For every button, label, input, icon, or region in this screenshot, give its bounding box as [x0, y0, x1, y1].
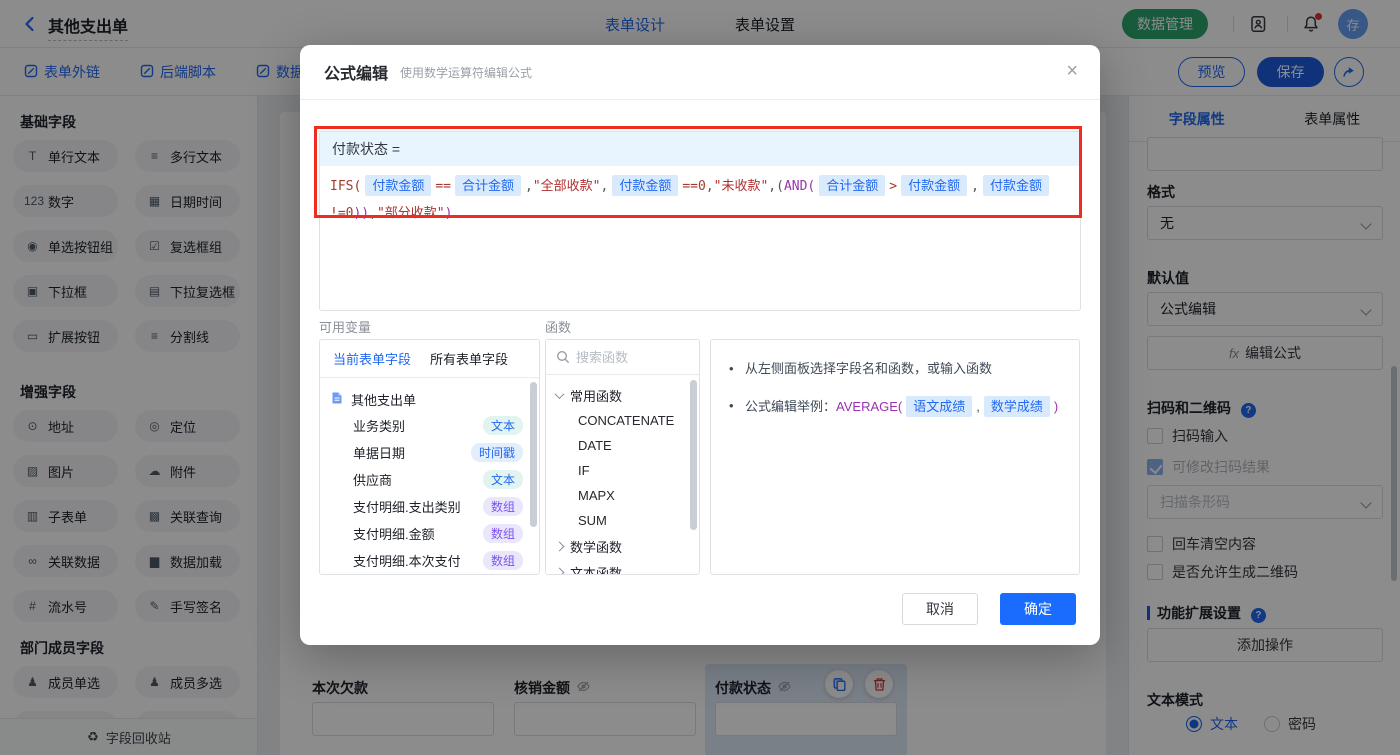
search-icon: [556, 350, 570, 364]
formula-field-token[interactable]: 付款金额: [901, 175, 968, 196]
function-IF[interactable]: IF: [556, 458, 699, 483]
cancel-button[interactable]: 取消: [902, 593, 978, 625]
functions-section-label: 函数: [545, 320, 572, 335]
close-icon[interactable]: ×: [1066, 61, 1078, 81]
variables-root-label: 其他支出单: [351, 392, 417, 408]
formula-token: ,: [705, 179, 714, 194]
formula-field-token[interactable]: 合计金额: [819, 175, 886, 196]
formula-token: "未收款": [713, 179, 769, 194]
modal-title: 公式编辑: [324, 66, 389, 83]
formula-token: )): [353, 206, 370, 221]
function-group-数学函数[interactable]: 数学函数: [554, 533, 699, 559]
formula-token: ==0: [682, 179, 706, 194]
formula-token: "部分收款": [376, 206, 445, 221]
variable-name: 单据日期: [353, 446, 406, 461]
formula-expression[interactable]: IFS(付款金额 == 合计金额 ,"全部收款", 付款金额 ==0,"未收款",(AND…: [320, 166, 1080, 234]
bullet-icon: •: [729, 398, 734, 413]
modal-footer: 取消 确定: [902, 593, 1076, 625]
help-tip-1: • 从左侧面板选择字段名和函数，或输入函数: [729, 359, 1061, 379]
modal-subtitle: 使用数学运算符编辑公式: [400, 65, 533, 80]
tip2-separator: ,: [976, 399, 980, 414]
variable-name: 供应商: [353, 473, 393, 488]
variable-name: 支付明细.金额: [353, 527, 435, 542]
form-designer-page: 其他支出单 表单设计 表单设置 数据管理 存 表单外链 后端脚本 数据权 预览 保存 …: [0, 0, 1400, 755]
function-search: [546, 340, 699, 375]
help-tip-2: • 公式编辑举例：AVERAGE(语文成绩, 数学成绩): [729, 396, 1061, 417]
formula-field-token[interactable]: 合计金额: [454, 175, 521, 196]
formula-token: ==: [435, 179, 451, 194]
formula-field-token[interactable]: 付款金额: [365, 175, 432, 196]
formula-token: ,: [971, 179, 979, 194]
formula-field-token[interactable]: 付款金额: [612, 175, 679, 196]
formula-field-token[interactable]: 付款金额: [982, 175, 1049, 196]
variable-name: 业务类别: [353, 419, 406, 434]
functions-panel: 常用函数 CONCATENATEDATEIFMAPXSUM 数学函数文本函数: [545, 339, 700, 575]
tip2-prefix: 公式编辑举例：: [745, 399, 837, 414]
caret-right-icon: [554, 567, 565, 574]
formula-token: ,(: [768, 179, 784, 194]
function-MAPX[interactable]: MAPX: [556, 483, 699, 508]
function-group-label: 文本函数: [570, 565, 623, 575]
formula-token: "全部收款": [532, 179, 601, 194]
variable-业务类别[interactable]: 业务类别 文本: [330, 412, 535, 439]
tip2-close: ): [1053, 399, 1059, 414]
formula-editor-modal: 公式编辑 使用数学运算符编辑公式 × 付款状态 = IFS(付款金额 == 合计金额…: [300, 45, 1100, 645]
function-SUM[interactable]: SUM: [556, 508, 699, 533]
variable-支付明细.支出类别[interactable]: 支付明细.支出类别 数组: [330, 493, 535, 520]
function-group-文本函数[interactable]: 文本函数: [554, 559, 699, 575]
formula-token: >: [889, 179, 898, 194]
formula-token: AND(: [783, 179, 816, 194]
tip2-function: AVERAGE(: [836, 399, 903, 414]
variable-支付明细.金额[interactable]: 支付明细.金额 数组: [330, 520, 535, 547]
formula-token: ,: [525, 179, 533, 194]
variable-支付明细.本次支付[interactable]: 支付明细.本次支付 数组: [330, 547, 535, 574]
type-badge: 数组: [482, 497, 523, 516]
formula-target: 付款状态 =: [320, 132, 1080, 166]
variables-section-label: 可用变量: [319, 320, 372, 335]
type-badge: 数组: [482, 524, 523, 543]
variable-单据日期[interactable]: 单据日期 时间戳: [330, 439, 535, 466]
variable-供应商[interactable]: 供应商 文本: [330, 466, 535, 493]
modal-header: 公式编辑 使用数学运算符编辑公式 ×: [300, 45, 1100, 100]
formula-editor[interactable]: 付款状态 = IFS(付款金额 == 合计金额 ,"全部收款", 付款金额 ==0,"未收…: [319, 131, 1081, 311]
function-DATE[interactable]: DATE: [556, 433, 699, 458]
document-icon: [330, 391, 344, 408]
caret-right-icon: [554, 541, 565, 551]
bullet-icon: •: [729, 361, 734, 376]
tip2-field-token: 语文成绩: [906, 396, 973, 417]
formula-help-panel: • 从左侧面板选择字段名和函数，或输入函数 • 公式编辑举例：AVERAGE(语…: [710, 339, 1080, 575]
caret-down-icon: [554, 388, 565, 399]
formula-token: IFS(: [330, 179, 362, 194]
tip2-field-token: 数学成绩: [983, 396, 1050, 417]
confirm-button[interactable]: 确定: [1000, 593, 1076, 625]
function-CONCATENATE[interactable]: CONCATENATE: [556, 408, 699, 433]
variables-tab-当前表单字段[interactable]: 当前表单字段: [333, 349, 411, 368]
formula-token: ,: [600, 179, 609, 194]
function-group-label: 数学函数: [570, 539, 623, 555]
functions-scrollbar[interactable]: [690, 380, 697, 530]
formula-token: ,: [369, 206, 377, 221]
variable-name: 支付明细.本次支付: [353, 554, 461, 569]
function-group-常用函数[interactable]: 常用函数: [554, 382, 699, 408]
formula-token: !=0: [330, 206, 354, 221]
type-badge: 文本: [482, 416, 523, 435]
variables-tab-所有表单字段[interactable]: 所有表单字段: [430, 349, 508, 368]
variables-scrollbar[interactable]: [530, 382, 537, 527]
formula-token: ): [444, 206, 453, 221]
type-badge: 数组: [482, 551, 523, 570]
type-badge: 时间戳: [470, 443, 523, 462]
function-group-label: 常用函数: [570, 388, 623, 404]
function-search-input[interactable]: [576, 349, 676, 365]
variables-root[interactable]: 其他支出单: [330, 386, 535, 412]
variable-name: 支付明细.支出类别: [353, 500, 461, 515]
variables-panel: 当前表单字段 所有表单字段 其他支出单 业务类别 文本 单据日期 时间戳 供应商 文本 支付明细…: [319, 339, 540, 575]
type-badge: 文本: [482, 470, 523, 489]
